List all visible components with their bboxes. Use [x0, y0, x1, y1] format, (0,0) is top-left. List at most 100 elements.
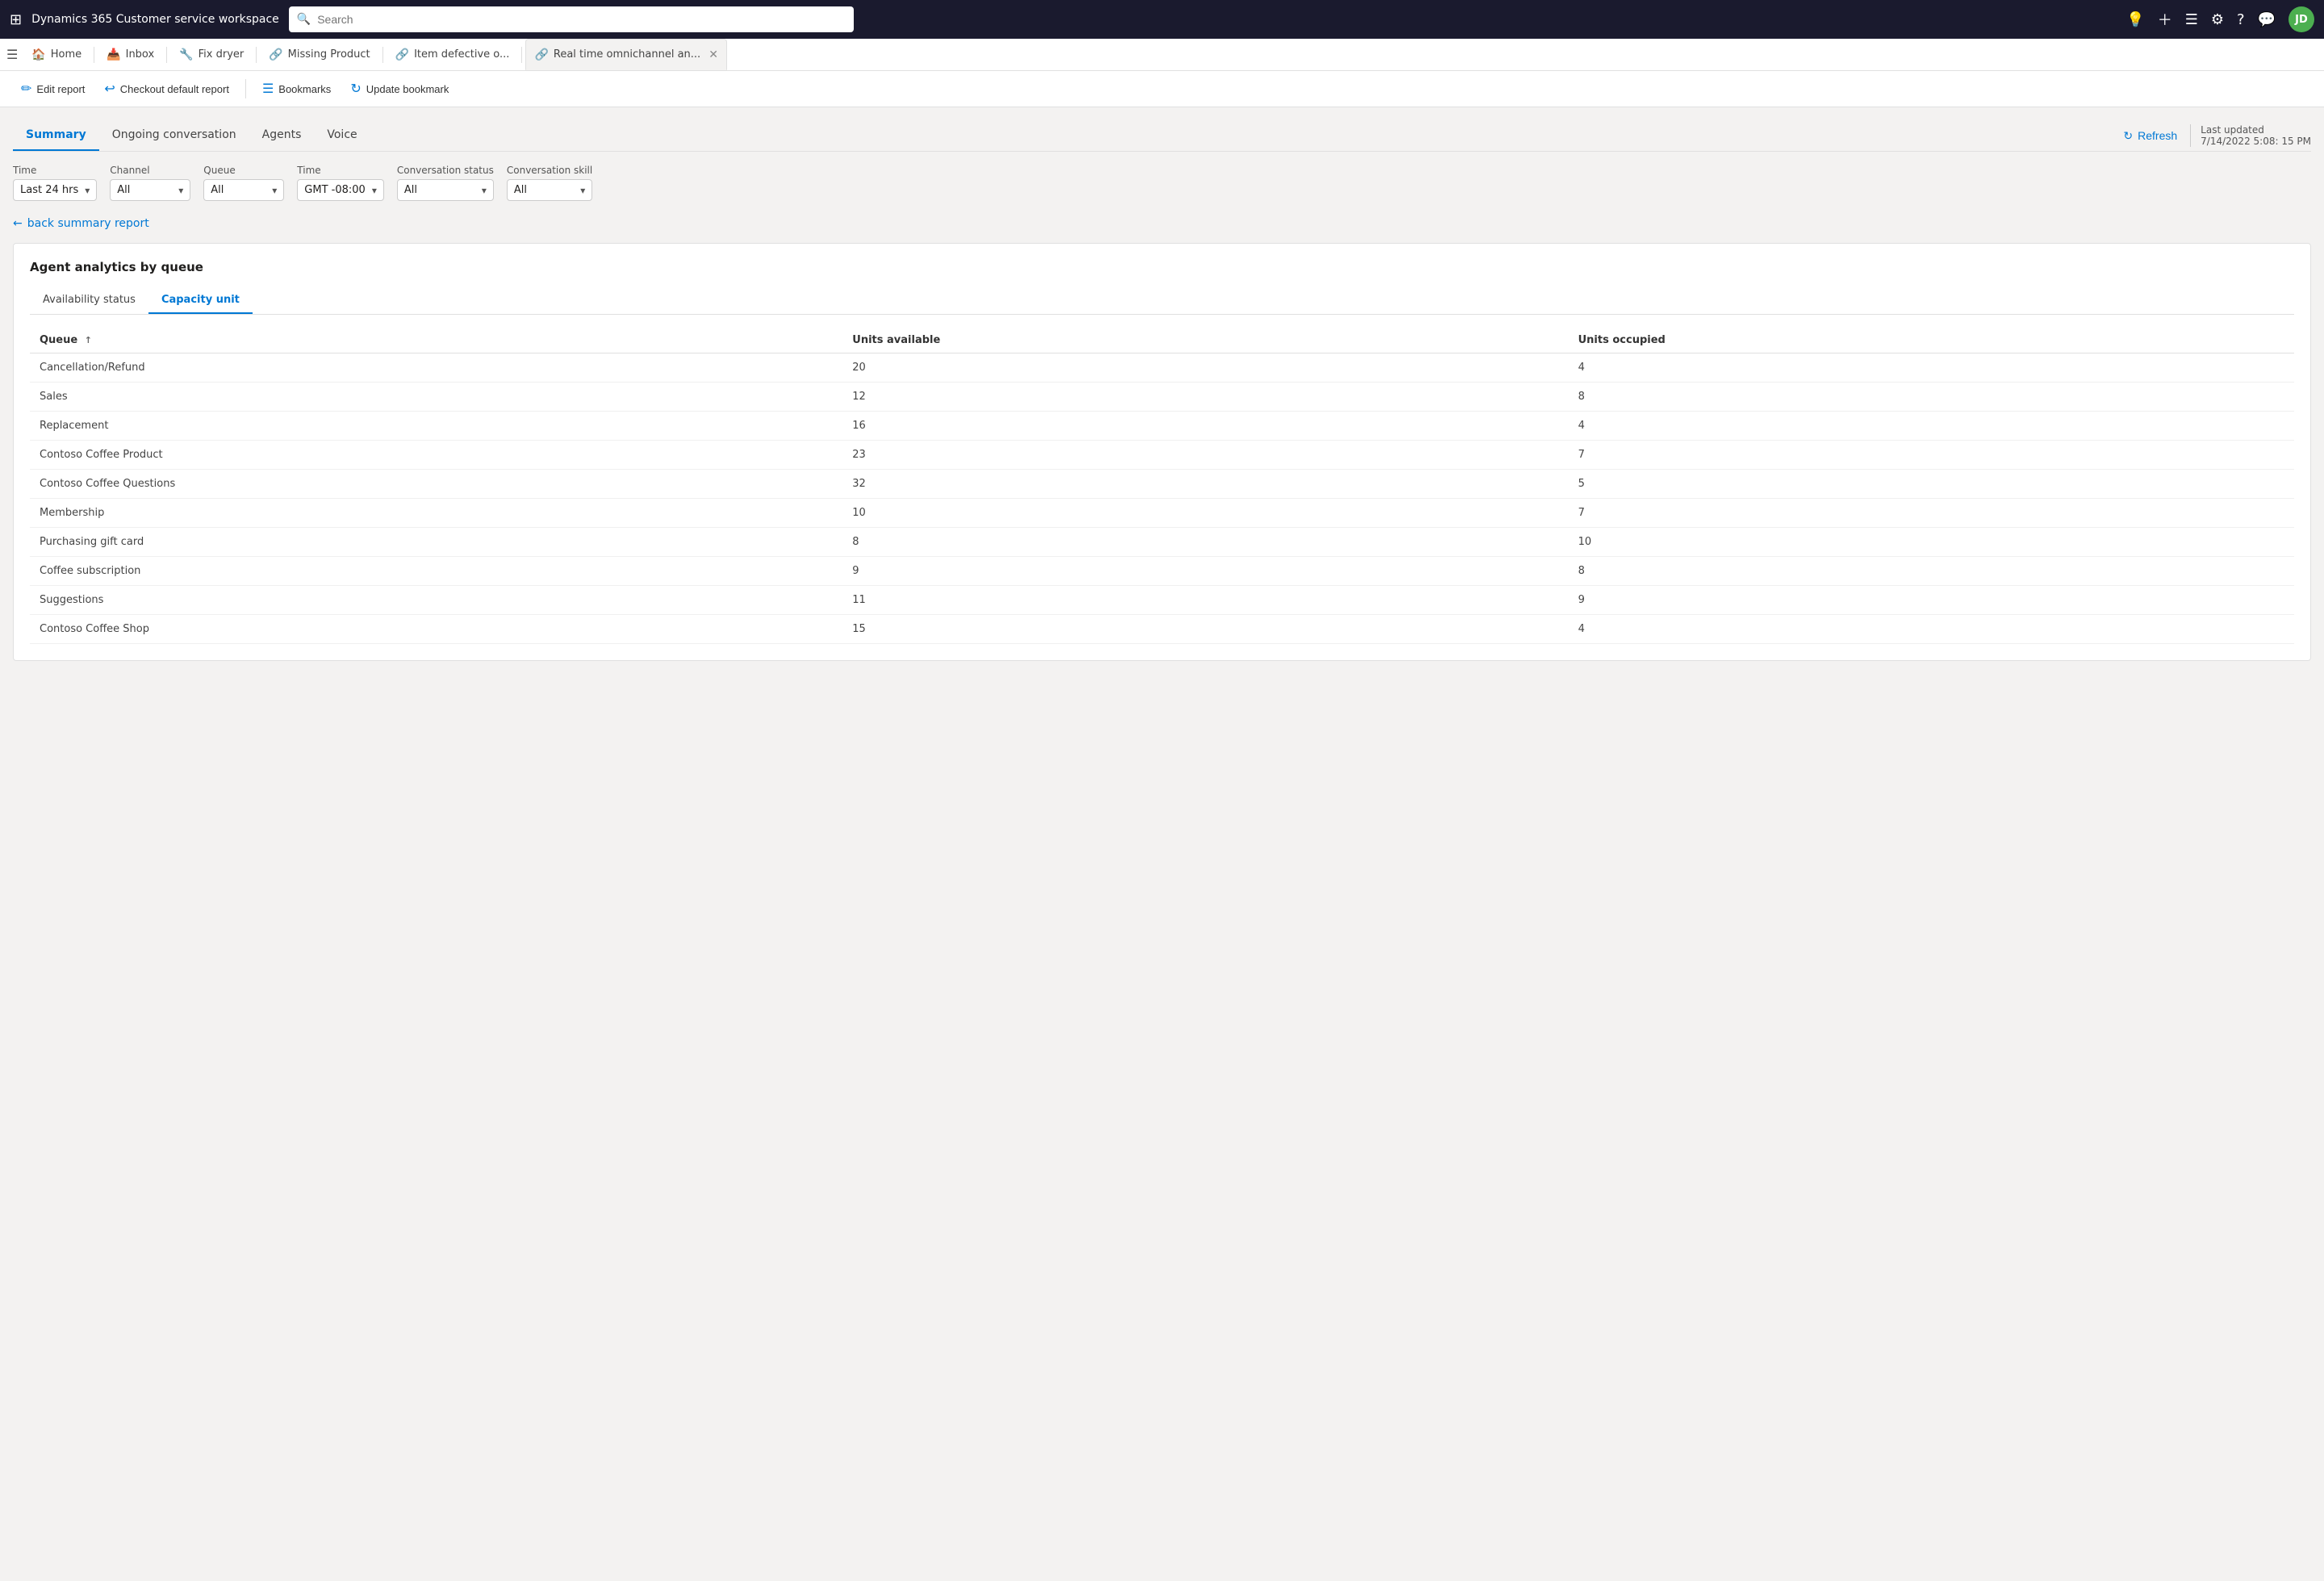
cell-queue: Contoso Coffee Shop: [30, 615, 842, 644]
chat-icon[interactable]: 💬: [2258, 11, 2276, 28]
filter-conv-status-label: Conversation status: [397, 165, 494, 176]
cell-units-available: 9: [842, 557, 1568, 586]
cell-queue: Membership: [30, 499, 842, 528]
tab-fix-dryer-label: Fix dryer: [199, 48, 245, 61]
search-input[interactable]: [317, 13, 846, 26]
avatar[interactable]: JD: [2288, 6, 2314, 32]
app-grid-icon[interactable]: ⊞: [10, 11, 22, 28]
filter-queue-select[interactable]: All ▾: [203, 179, 284, 201]
cell-queue: Suggestions: [30, 586, 842, 615]
edit-report-button[interactable]: ✏ Edit report: [13, 76, 93, 102]
tab-divider-2: [166, 47, 167, 63]
toolbar: ✏ Edit report ↩ Checkout default report …: [0, 71, 2324, 107]
tab-divider-5: [521, 47, 522, 63]
cell-units-occupied: 4: [1569, 615, 2294, 644]
filter-time-select[interactable]: Last 24 hrs ▾: [13, 179, 97, 201]
tab-missing-product[interactable]: 🔗 Missing Product: [260, 39, 378, 70]
missing-product-tab-icon: 🔗: [269, 48, 282, 61]
filter-row: Time Last 24 hrs ▾ Channel All ▾ Queue A…: [13, 165, 2311, 201]
cell-units-occupied: 9: [1569, 586, 2294, 615]
tab-inbox-label: Inbox: [126, 48, 155, 61]
settings-icon[interactable]: ⚙: [2211, 11, 2224, 28]
tab-item-defective[interactable]: 🔗 Item defective o...: [387, 39, 519, 70]
table-header: Queue ↑ Units available Units occupied: [30, 328, 2294, 353]
cell-units-occupied: 4: [1569, 412, 2294, 441]
filter-conv-skill-label: Conversation skill: [507, 165, 592, 176]
inner-tabs: Availability status Capacity unit: [30, 287, 2294, 315]
checkout-default-label: Checkout default report: [120, 83, 229, 95]
cell-units-available: 10: [842, 499, 1568, 528]
tab-fix-dryer[interactable]: 🔧 Fix dryer: [170, 39, 253, 70]
cell-units-available: 11: [842, 586, 1568, 615]
tab-home-label: Home: [51, 48, 82, 61]
add-icon[interactable]: ＋: [2158, 9, 2172, 30]
menu-icon[interactable]: ☰: [2185, 11, 2198, 28]
subnav-summary[interactable]: Summary: [13, 120, 99, 151]
inner-tab-capacity[interactable]: Capacity unit: [148, 287, 253, 314]
cell-units-occupied: 7: [1569, 499, 2294, 528]
tab-item-defective-label: Item defective o...: [414, 48, 509, 61]
table-row: Contoso Coffee Questions 32 5: [30, 470, 2294, 499]
table-row: Cancellation/Refund 20 4: [30, 353, 2294, 383]
tab-realtime[interactable]: 🔗 Real time omnichannel an... ✕: [525, 39, 726, 70]
filter-time-label: Time: [13, 165, 97, 176]
table-row: Membership 10 7: [30, 499, 2294, 528]
checkout-icon: ↩: [104, 81, 115, 97]
fix-dryer-tab-icon: 🔧: [179, 48, 193, 61]
sub-navigation: Summary Ongoing conversation Agents Voic…: [13, 120, 2311, 152]
filter-channel: Channel All ▾: [110, 165, 190, 201]
cell-queue: Coffee subscription: [30, 557, 842, 586]
col-header-units-available: Units available: [842, 328, 1568, 353]
refresh-button[interactable]: ↻ Refresh: [2117, 126, 2184, 146]
search-box[interactable]: 🔍: [289, 6, 854, 32]
filter-conv-status-select[interactable]: All ▾: [397, 179, 494, 201]
cell-units-occupied: 7: [1569, 441, 2294, 470]
update-bookmark-icon: ↻: [350, 81, 361, 97]
help-icon[interactable]: ?: [2237, 11, 2245, 28]
filter-channel-select[interactable]: All ▾: [110, 179, 190, 201]
subnav-voice[interactable]: Voice: [314, 120, 370, 151]
filter-queue-value: All: [211, 184, 224, 196]
hamburger-icon[interactable]: ☰: [6, 47, 18, 62]
back-link[interactable]: ← back summary report: [13, 217, 2311, 230]
edit-report-icon: ✏: [21, 81, 31, 97]
bookmarks-button[interactable]: ☰ Bookmarks: [254, 76, 339, 102]
table-row: Coffee subscription 9 8: [30, 557, 2294, 586]
cell-units-occupied: 10: [1569, 528, 2294, 557]
checkout-default-button[interactable]: ↩ Checkout default report: [96, 76, 237, 102]
lightbulb-icon[interactable]: 💡: [2126, 11, 2144, 28]
home-tab-icon: 🏠: [31, 48, 45, 61]
cell-queue: Sales: [30, 383, 842, 412]
cell-units-available: 8: [842, 528, 1568, 557]
tab-divider-3: [256, 47, 257, 63]
filter-channel-label: Channel: [110, 165, 190, 176]
inner-tab-availability[interactable]: Availability status: [30, 287, 148, 314]
cell-queue: Replacement: [30, 412, 842, 441]
tab-missing-product-label: Missing Product: [288, 48, 370, 61]
subnav-agents[interactable]: Agents: [249, 120, 315, 151]
card-title: Agent analytics by queue: [30, 260, 2294, 274]
filter-time2: Time GMT -08:00 ▾: [297, 165, 384, 201]
tab-divider-4: [382, 47, 383, 63]
tab-close-icon[interactable]: ✕: [708, 48, 718, 61]
item-defective-tab-icon: 🔗: [395, 48, 409, 61]
filter-channel-chevron: ▾: [178, 185, 183, 196]
refresh-label: Refresh: [2138, 129, 2177, 142]
col-header-units-occupied: Units occupied: [1569, 328, 2294, 353]
filter-time: Time Last 24 hrs ▾: [13, 165, 97, 201]
table-row: Contoso Coffee Shop 15 4: [30, 615, 2294, 644]
filter-conv-skill-select[interactable]: All ▾: [507, 179, 592, 201]
cell-queue: Purchasing gift card: [30, 528, 842, 557]
update-bookmark-button[interactable]: ↻ Update bookmark: [342, 76, 457, 102]
cell-units-available: 16: [842, 412, 1568, 441]
last-updated: Last updated 7/14/2022 5:08: 15 PM: [2190, 124, 2311, 147]
col-header-queue[interactable]: Queue ↑: [30, 328, 842, 353]
top-nav-right: 💡 ＋ ☰ ⚙ ? 💬 JD: [2126, 6, 2314, 32]
tab-inbox[interactable]: 📥 Inbox: [98, 39, 163, 70]
subnav-ongoing[interactable]: Ongoing conversation: [99, 120, 249, 151]
cell-queue: Cancellation/Refund: [30, 353, 842, 383]
update-bookmark-label: Update bookmark: [366, 83, 449, 95]
filter-time2-select[interactable]: GMT -08:00 ▾: [297, 179, 384, 201]
tab-home[interactable]: 🏠 Home: [23, 39, 90, 70]
table-row: Sales 12 8: [30, 383, 2294, 412]
